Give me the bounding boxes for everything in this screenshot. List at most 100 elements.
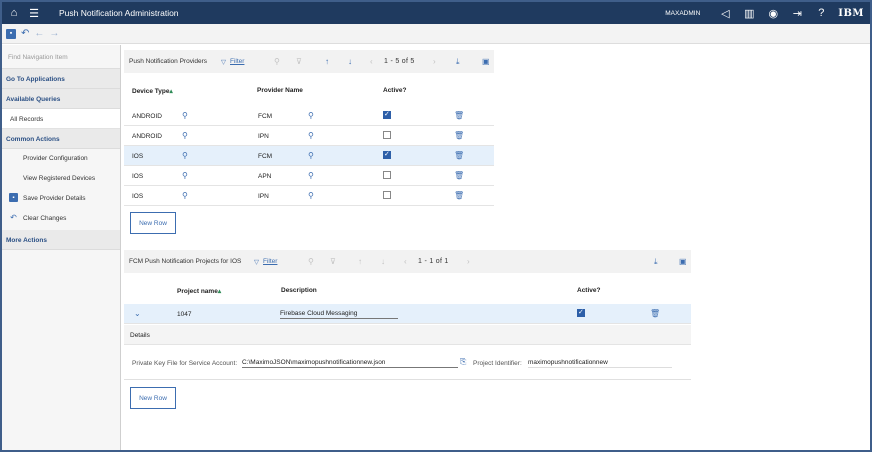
prev-page-icon[interactable]: ‹ (370, 57, 373, 66)
device-type-lookup-icon[interactable]: ⚲ (182, 151, 188, 160)
column-device-type[interactable]: Device Type▴ (132, 87, 173, 95)
view-registered-devices-label: View Registered Devices (23, 175, 96, 182)
delete-icon[interactable]: 🗑 (454, 111, 464, 120)
provider-name-cell: FCM (258, 153, 273, 160)
provider-name-lookup-icon[interactable]: ⚲ (308, 151, 314, 160)
reports-icon[interactable]: ▥ (742, 6, 756, 20)
go-to-applications[interactable]: Go To Applications (2, 69, 120, 89)
private-key-file-field[interactable]: C:\MaximoJSON\maximopushnotificationnew.… (242, 359, 458, 368)
table-row[interactable]: IOS ⚲ IPN ⚲ 🗑 (124, 186, 494, 206)
ibm-logo: IBM (838, 7, 864, 19)
all-records-item[interactable]: All Records (2, 109, 120, 129)
device-type-lookup-icon[interactable]: ⚲ (182, 111, 188, 120)
table-row[interactable]: IOS ⚲ APN ⚲ 🗑 (124, 166, 494, 186)
delete-icon[interactable]: 🗑 (454, 151, 464, 160)
table-row[interactable]: ⌄ 1047 Firebase Cloud Messaging 🗑 (124, 304, 691, 324)
description-field[interactable]: Firebase Cloud Messaging (280, 310, 398, 319)
delete-icon[interactable]: 🗑 (650, 309, 660, 318)
navigation-sidebar: Find Navigation Item Go To Applications … (2, 45, 121, 450)
available-queries[interactable]: Available Queries (2, 89, 120, 109)
file-browse-icon[interactable]: ⎘ (460, 357, 466, 367)
find-icon[interactable]: ⚲ (274, 57, 280, 66)
active-checkbox[interactable] (383, 131, 391, 139)
provider-name-lookup-icon[interactable]: ⚲ (308, 171, 314, 180)
filter-label: Filter (263, 258, 278, 265)
device-type-lookup-icon[interactable]: ⚲ (182, 171, 188, 180)
table-row[interactable]: IOS ⚲ FCM ⚲ 🗑 (124, 146, 494, 166)
clear-filter-icon[interactable]: ⊽ (330, 257, 336, 266)
common-actions[interactable]: Common Actions (2, 129, 120, 149)
help-icon[interactable]: ? (814, 6, 828, 20)
toolbar: ▪ ↶ ← → (2, 24, 870, 44)
new-row-button[interactable]: New Row (130, 212, 176, 234)
table-row[interactable]: ANDROID ⚲ IPN ⚲ 🗑 (124, 126, 494, 146)
app-frame: ⌂ ☰ Push Notification Administration MAX… (0, 0, 872, 452)
table-settings-icon[interactable]: ▣ (679, 257, 687, 266)
filter-icon: ▽ (254, 258, 259, 266)
download-icon[interactable]: ⤓ (654, 257, 658, 267)
clear-changes-label: Clear Changes (23, 215, 67, 222)
sign-out-icon[interactable]: ⇥ (790, 6, 804, 20)
save-provider-details-label: Save Provider Details (23, 195, 86, 202)
providers-table-header: Push Notification Providers ▽ Filter ⚲ ⊽… (124, 50, 494, 73)
column-project-name[interactable]: Project name▴ (177, 287, 221, 295)
prev-page-icon[interactable]: ‹ (404, 257, 407, 266)
sort-down-icon[interactable]: ↓ (381, 257, 385, 266)
save-provider-details-action[interactable]: ▪ Save Provider Details (2, 189, 120, 209)
filter-button[interactable]: ▽ Filter (221, 58, 244, 66)
sort-up-icon[interactable]: ↑ (325, 57, 329, 66)
new-row-button[interactable]: New Row (130, 387, 176, 409)
active-checkbox[interactable] (383, 110, 391, 119)
active-checkbox[interactable] (577, 308, 585, 317)
private-key-file-label: Private Key File for Service Account: (132, 360, 238, 367)
save-icon[interactable]: ▪ (6, 28, 16, 39)
filter-button[interactable]: ▽ Filter (254, 258, 277, 266)
table-settings-icon[interactable]: ▣ (482, 57, 490, 66)
clear-filter-icon[interactable]: ⊽ (296, 57, 302, 66)
download-icon[interactable]: ⤓ (456, 57, 460, 67)
column-active[interactable]: Active? (383, 87, 406, 94)
delete-icon[interactable]: 🗑 (454, 131, 464, 140)
view-registered-devices-action[interactable]: View Registered Devices (2, 169, 120, 189)
undo-icon: ↶ (10, 213, 17, 222)
device-type-cell: IOS (132, 153, 144, 160)
clear-changes-action[interactable]: ↶ Clear Changes (2, 209, 120, 229)
back-arrow-icon[interactable]: ← (34, 28, 44, 39)
active-checkbox[interactable] (383, 171, 391, 179)
next-page-icon[interactable]: › (467, 257, 470, 266)
column-description[interactable]: Description (281, 287, 317, 294)
more-actions[interactable]: More Actions (2, 230, 120, 250)
provider-name-cell: FCM (258, 113, 273, 120)
provider-name-lookup-icon[interactable]: ⚲ (308, 131, 314, 140)
provider-name-lookup-icon[interactable]: ⚲ (308, 111, 314, 120)
device-type-cell: ANDROID (132, 133, 162, 140)
device-type-lookup-icon[interactable]: ⚲ (182, 191, 188, 200)
menu-icon[interactable]: ☰ (27, 6, 41, 20)
collapse-chevron-icon[interactable]: ⌄ (134, 309, 141, 318)
find-icon[interactable]: ⚲ (308, 257, 314, 266)
sort-up-icon[interactable]: ↑ (358, 257, 362, 266)
next-page-icon[interactable]: › (433, 57, 436, 66)
delete-icon[interactable]: 🗑 (454, 171, 464, 180)
active-checkbox[interactable] (383, 150, 391, 159)
project-identifier-label: Project Identifier: (473, 360, 522, 367)
active-checkbox[interactable] (383, 191, 391, 199)
profile-icon[interactable]: ◉ (766, 6, 780, 20)
save-icon: ▪ (9, 193, 18, 202)
home-icon[interactable]: ⌂ (7, 6, 21, 20)
find-navigation-input[interactable]: Find Navigation Item (2, 45, 120, 69)
delete-icon[interactable]: 🗑 (454, 191, 464, 200)
project-identifier-field[interactable]: maximopushnotificationnew (528, 359, 672, 368)
provider-configuration-action[interactable]: Provider Configuration (2, 149, 120, 169)
column-provider-name[interactable]: Provider Name (257, 87, 303, 94)
forward-arrow-icon[interactable]: → (49, 28, 59, 39)
provider-name-cell: IPN (258, 133, 269, 140)
bulletin-icon[interactable]: ◁ (718, 6, 732, 20)
table-row[interactable]: ANDROID ⚲ FCM ⚲ 🗑 (124, 106, 494, 126)
device-type-lookup-icon[interactable]: ⚲ (182, 131, 188, 140)
provider-name-lookup-icon[interactable]: ⚲ (308, 191, 314, 200)
column-active[interactable]: Active? (577, 287, 600, 294)
device-type-cell: IOS (132, 193, 144, 200)
sort-down-icon[interactable]: ↓ (348, 57, 352, 66)
undo-icon[interactable]: ↶ (21, 28, 29, 39)
